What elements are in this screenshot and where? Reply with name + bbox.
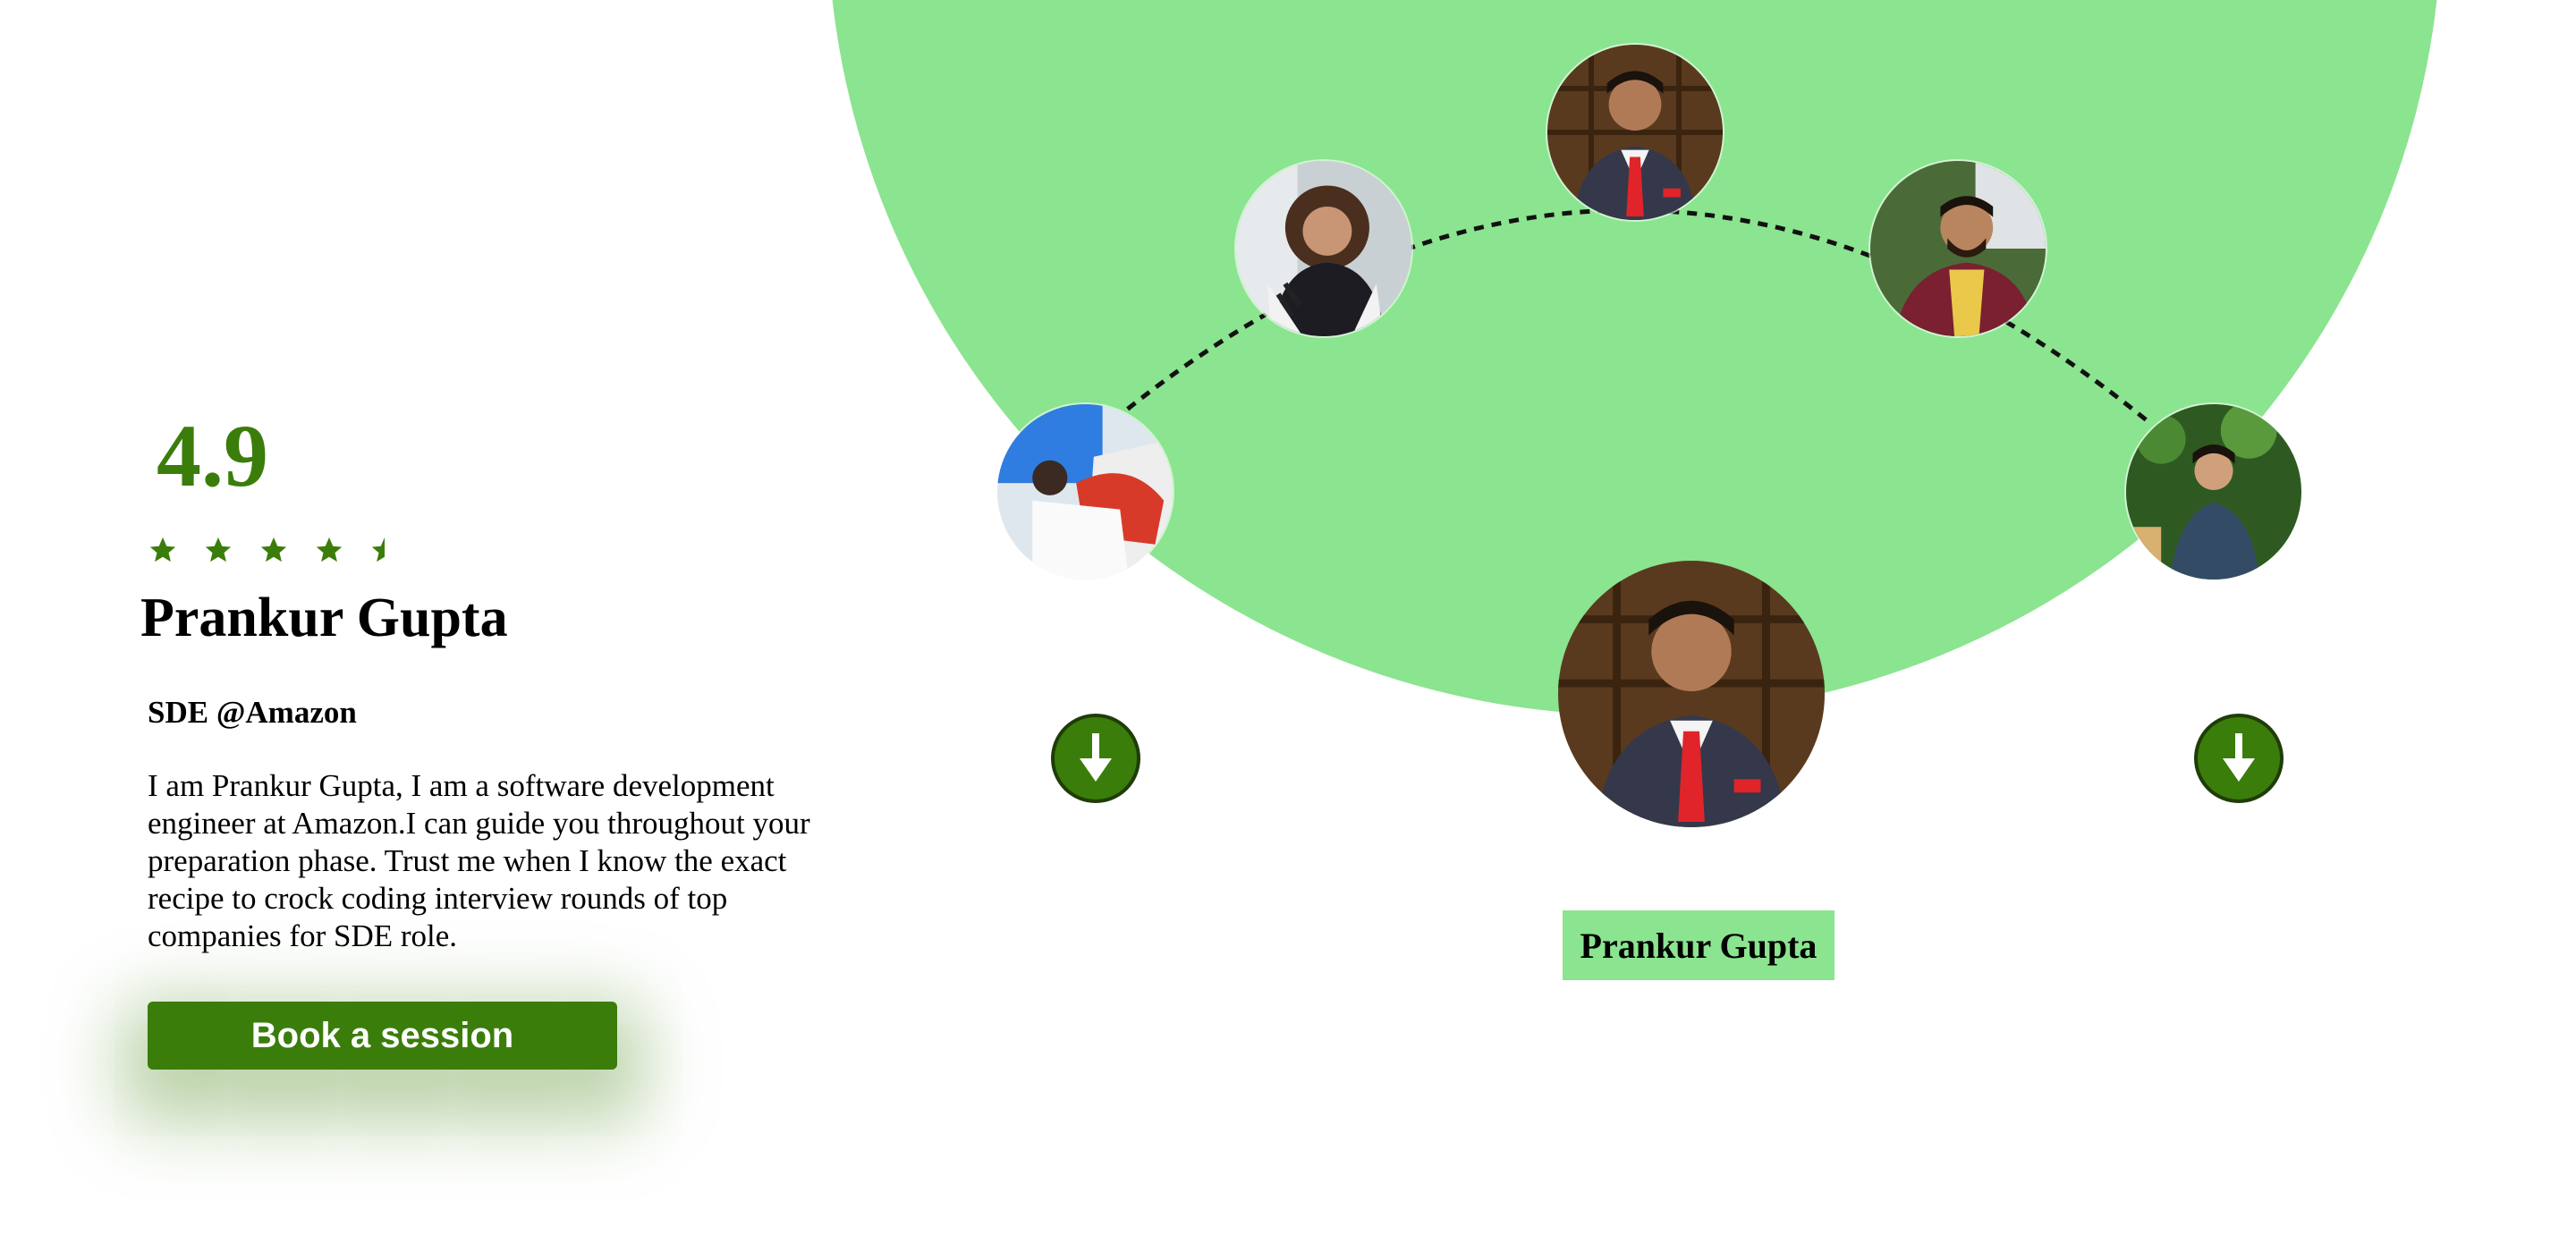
avatar-upper-left[interactable]	[1234, 159, 1413, 338]
selected-mentor-name: Prankur Gupta	[1563, 910, 1835, 980]
avatar-top[interactable]	[1546, 43, 1724, 222]
book-session-button[interactable]: Book a session	[148, 1002, 617, 1070]
avatar-upper-right[interactable]	[1868, 159, 2047, 338]
rating-score: 4.9	[157, 406, 268, 505]
mentor-role: SDE @Amazon	[148, 695, 357, 730]
star-icon	[205, 537, 232, 563]
rating-stars	[148, 535, 400, 565]
arrow-down-icon	[2223, 733, 2255, 782]
star-icon	[149, 537, 176, 563]
avatar-left-edge[interactable]	[996, 402, 1174, 581]
carousel-prev-button[interactable]	[1051, 714, 1140, 803]
star-icon	[260, 537, 287, 563]
half-star-icon	[371, 537, 385, 563]
avatar-right-edge[interactable]	[2124, 402, 2303, 581]
star-icon	[316, 537, 343, 563]
arrow-down-icon	[1080, 733, 1112, 782]
featured-mentor-avatar	[1558, 561, 1825, 827]
mentor-name: Prankur Gupta	[140, 588, 508, 648]
carousel-next-button[interactable]	[2194, 714, 2284, 803]
mentor-bio: I am Prankur Gupta, I am a software deve…	[148, 768, 810, 953]
mentor-showcase: 4.9 Prankur Gupta SDE @Amazon I am Prank…	[0, 0, 2576, 1252]
